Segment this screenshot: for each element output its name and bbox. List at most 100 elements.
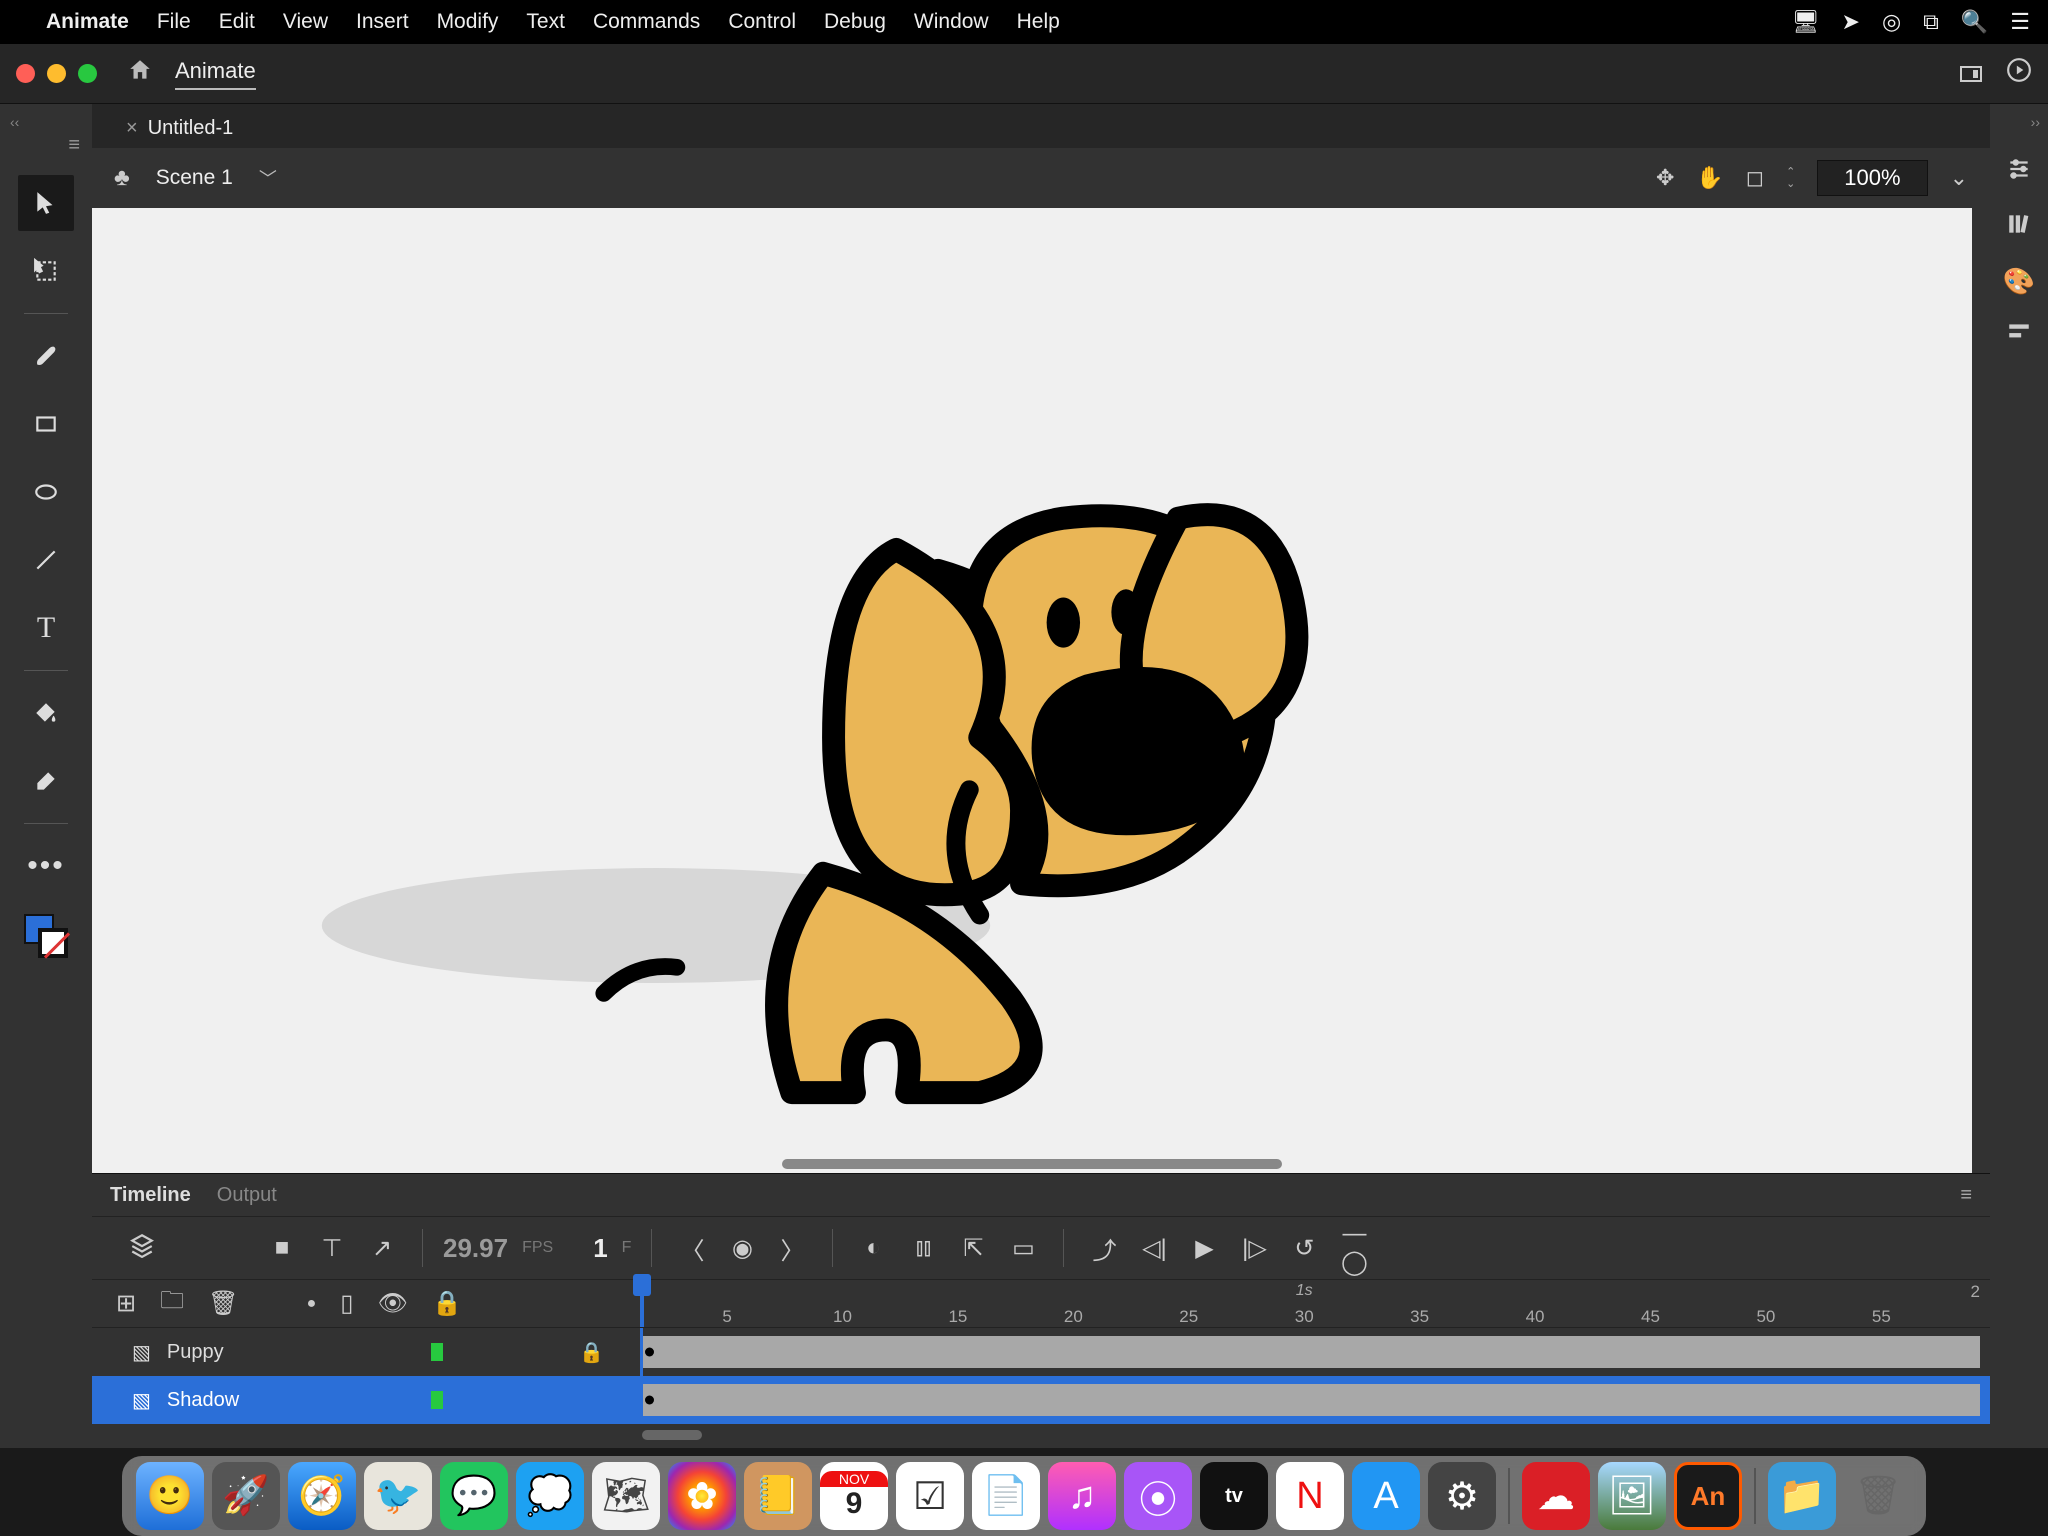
close-tab-icon[interactable]: ×	[126, 117, 138, 140]
app-menu[interactable]: Animate	[46, 10, 129, 34]
menu-debug[interactable]: Debug	[824, 10, 886, 34]
keyframe-icon[interactable]	[645, 1348, 654, 1357]
window-zoom-button[interactable]	[78, 64, 97, 83]
layers-icon[interactable]	[122, 1232, 162, 1265]
free-transform-tool[interactable]	[18, 243, 74, 299]
dock-messages-icon[interactable]: 💬	[440, 1462, 508, 1530]
menu-window[interactable]: Window	[914, 10, 989, 34]
timeline-h-scrollbar[interactable]	[642, 1430, 702, 1440]
align-panel-icon[interactable]	[2006, 319, 2032, 352]
brush-tool[interactable]	[18, 328, 74, 384]
dock-trash-icon[interactable]: 🗑	[1844, 1462, 1912, 1530]
current-frame[interactable]: 1	[593, 1233, 607, 1264]
status-control-center-icon[interactable]: ☰	[2010, 9, 2030, 35]
dock-news-icon[interactable]: N	[1276, 1462, 1344, 1530]
dock-downloads-icon[interactable]: 📁	[1768, 1462, 1836, 1530]
more-tools-icon[interactable]: •••	[18, 838, 74, 894]
output-tab[interactable]: Output	[217, 1184, 277, 1207]
marker-icon[interactable]: ⇱	[953, 1234, 993, 1263]
timeline-tab[interactable]: Timeline	[110, 1184, 191, 1207]
dock-preview-icon[interactable]: 🖼	[1598, 1462, 1666, 1530]
dock-reminders-icon[interactable]: ☑	[896, 1462, 964, 1530]
dock-finder-icon[interactable]: 🙂	[136, 1462, 204, 1530]
layer-color-swatch[interactable]	[431, 1343, 443, 1361]
scene-icon[interactable]: ♣	[114, 164, 130, 192]
properties-panel-icon[interactable]	[2006, 156, 2032, 189]
fps-value[interactable]: 29.97	[443, 1233, 508, 1264]
go-to-first-icon[interactable]: ◁|	[1134, 1234, 1174, 1263]
dock-safari-icon[interactable]: 🧭	[288, 1462, 356, 1530]
rotate-stage-icon[interactable]: ✋	[1696, 165, 1723, 191]
color-swatches[interactable]	[24, 914, 68, 958]
layer-visibility-icon[interactable]: 👁	[377, 1289, 407, 1318]
layer-depth-icon[interactable]: ↗	[362, 1234, 402, 1263]
timeline-ruler[interactable]: 1s 2 5 10 15 20 25 30 35 40 45 50 55	[632, 1280, 1990, 1327]
play-preview-icon[interactable]	[2006, 57, 2032, 90]
window-close-button[interactable]	[16, 64, 35, 83]
dock-tv-icon[interactable]: tv	[1200, 1462, 1268, 1530]
dock-photos-icon[interactable]: ✿	[668, 1462, 736, 1530]
layer-color-swatch[interactable]	[431, 1391, 443, 1409]
layer-highlight-icon[interactable]: ●	[307, 1295, 317, 1313]
camera-icon[interactable]: ■	[262, 1234, 302, 1262]
stage-canvas[interactable]	[92, 208, 1972, 1173]
play-icon[interactable]: ▶	[1184, 1234, 1224, 1263]
workspace-switcher[interactable]: Animate	[175, 58, 256, 90]
layer-row-shadow[interactable]: ▧ Shadow 🔒	[92, 1376, 1990, 1424]
library-panel-icon[interactable]	[2006, 211, 2032, 244]
dock-launchpad-icon[interactable]: 🚀	[212, 1462, 280, 1530]
menu-text[interactable]: Text	[526, 10, 565, 34]
menu-edit[interactable]: Edit	[219, 10, 255, 34]
dock-podcasts-icon[interactable]: ⦿	[1124, 1462, 1192, 1530]
dock-animate-icon[interactable]: An	[1674, 1462, 1742, 1530]
delete-layer-icon[interactable]: 🗑	[208, 1289, 238, 1318]
collapse-tools-icon[interactable]: ‹‹	[10, 114, 19, 130]
status-cc-icon[interactable]: ◎	[1882, 9, 1901, 35]
zoom-dropdown-icon[interactable]: ⌄	[1950, 165, 1968, 191]
new-layer-icon[interactable]: ⊞	[116, 1289, 136, 1318]
layer-row-puppy[interactable]: ▧ Puppy 🔒	[92, 1328, 1990, 1376]
dock-music-icon[interactable]: ♫	[1048, 1462, 1116, 1530]
eraser-tool[interactable]	[18, 753, 74, 809]
rectangle-tool[interactable]	[18, 396, 74, 452]
stroke-color-swatch[interactable]	[38, 928, 68, 958]
go-to-last-icon[interactable]: |▷	[1234, 1234, 1274, 1263]
layer-track[interactable]	[632, 1376, 1990, 1424]
scene-dropdown-icon[interactable]: ﹀	[259, 165, 277, 191]
layer-locked-icon[interactable]: 🔒	[579, 1340, 604, 1365]
oval-tool[interactable]	[18, 464, 74, 520]
panel-layout-icon[interactable]	[1960, 66, 1982, 82]
menu-file[interactable]: File	[157, 10, 191, 34]
dock-notes-icon[interactable]: 📄	[972, 1462, 1040, 1530]
keyframe-icon[interactable]	[645, 1396, 654, 1405]
layer-name[interactable]: Puppy	[167, 1341, 224, 1364]
menu-help[interactable]: Help	[1017, 10, 1060, 34]
frame-span-icon[interactable]: ▭	[1003, 1234, 1043, 1263]
dock-appstore-icon[interactable]: A	[1352, 1462, 1420, 1530]
center-stage-icon[interactable]: ✥	[1656, 165, 1674, 191]
color-panel-icon[interactable]: 🎨	[2003, 266, 2035, 297]
onion-skin-icon[interactable]: ◐	[853, 1234, 893, 1262]
timeline-zoom-slider[interactable]: —◯	[1334, 1220, 1374, 1277]
keyframe-nav-icon[interactable]: ◉	[722, 1234, 762, 1263]
step-back-icon[interactable]: 〈	[672, 1231, 712, 1266]
new-folder-icon[interactable]: 🗀	[160, 1283, 184, 1324]
status-display-icon[interactable]: 🖥	[1792, 9, 1820, 35]
layer-outline-icon[interactable]: ▯	[340, 1289, 353, 1318]
line-tool[interactable]	[18, 532, 74, 588]
status-cursor-icon[interactable]: ➤	[1842, 9, 1860, 35]
menu-control[interactable]: Control	[728, 10, 796, 34]
zoom-stepper[interactable]: ⌃⌄	[1786, 167, 1795, 189]
menu-view[interactable]: View	[283, 10, 328, 34]
status-airplay-icon[interactable]: ⧉	[1923, 9, 1939, 35]
layer-parenting-icon[interactable]: ⊤	[312, 1234, 352, 1263]
status-search-icon[interactable]: 🔍	[1961, 9, 1988, 35]
timeline-panel-menu-icon[interactable]: ≡	[1960, 1184, 1972, 1207]
layer-lock-icon[interactable]: 🔒	[432, 1289, 462, 1318]
dock-creative-cloud-icon[interactable]: ☁	[1522, 1462, 1590, 1530]
text-tool[interactable]: T	[18, 600, 74, 656]
menu-insert[interactable]: Insert	[356, 10, 409, 34]
dock-calendar-icon[interactable]: NOV9	[820, 1462, 888, 1530]
stage-h-scrollbar[interactable]	[782, 1159, 1282, 1169]
layer-track[interactable]	[632, 1328, 1990, 1376]
